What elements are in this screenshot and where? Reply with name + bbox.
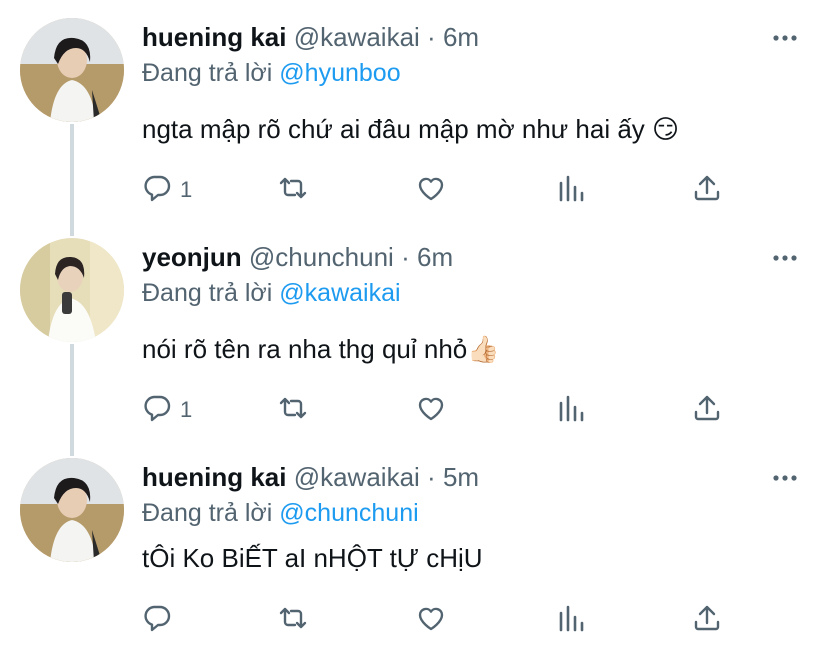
reply-button[interactable]: 1 <box>142 392 192 428</box>
separator-dot: · <box>427 462 436 492</box>
heart-icon <box>416 173 446 208</box>
reply-button[interactable]: 1 <box>142 172 192 208</box>
like-button[interactable] <box>416 602 454 638</box>
reply-count: 1 <box>180 397 193 422</box>
reply-icon <box>142 393 172 428</box>
timestamp[interactable]: 6m <box>443 22 479 52</box>
tweet-text: ngta mập rõ chứ ai đâu mập mờ như hai ấy… <box>142 114 680 144</box>
tweet[interactable]: huening kai @kawaikai · 6m Đang trả lời … <box>0 0 828 220</box>
heart-icon <box>416 603 446 638</box>
retweet-icon <box>278 173 308 208</box>
stats-button[interactable] <box>556 172 586 208</box>
avatar[interactable] <box>20 458 124 562</box>
replying-to-label: Đang trả lời <box>142 279 273 307</box>
share-icon <box>692 173 722 208</box>
share-button[interactable] <box>692 602 722 638</box>
reply-count: 1 <box>180 177 193 202</box>
user-handle[interactable]: @kawaikai <box>294 22 420 52</box>
action-bar: 1 <box>142 172 742 208</box>
reply-button[interactable] <box>142 602 180 638</box>
stats-icon <box>556 603 586 638</box>
reply-icon <box>142 173 172 208</box>
retweet-button[interactable] <box>278 172 316 208</box>
tweet-text: nói rõ tên ra nha thg quỉ nhỏ👍🏻 <box>142 334 500 364</box>
retweet-button[interactable] <box>278 602 316 638</box>
mention-link[interactable]: @kawaikai <box>279 279 400 307</box>
avatar[interactable] <box>20 238 124 342</box>
share-button[interactable] <box>692 172 722 208</box>
replying-to: Đang trả lời @kawaikai <box>142 276 401 310</box>
timestamp[interactable]: 6m <box>417 242 453 272</box>
retweet-button[interactable] <box>278 392 316 428</box>
display-name[interactable]: yeonjun <box>142 242 242 272</box>
more-icon[interactable] <box>772 248 798 268</box>
tweet[interactable]: huening kai @kawaikai · 5m Đang trả lời … <box>0 440 828 660</box>
avatar[interactable] <box>20 18 124 122</box>
separator-dot: · <box>401 242 410 272</box>
tweet[interactable]: yeonjun @chunchuni · 6m Đang trả lời @ka… <box>0 220 828 440</box>
display-name[interactable]: huening kai <box>142 462 286 492</box>
display-name[interactable]: huening kai <box>142 22 286 52</box>
like-button[interactable] <box>416 172 454 208</box>
stats-button[interactable] <box>556 392 586 428</box>
action-bar <box>142 602 742 638</box>
user-handle[interactable]: @chunchuni <box>249 242 394 272</box>
reply-icon <box>142 603 172 638</box>
stats-icon <box>556 393 586 428</box>
stats-button[interactable] <box>556 602 586 638</box>
replying-to-label: Đang trả lời <box>142 499 273 527</box>
separator-dot: · <box>427 22 436 52</box>
replying-to: Đang trả lời @chunchuni <box>142 496 419 530</box>
tweet-header: yeonjun @chunchuni · 6m <box>142 240 453 274</box>
timestamp[interactable]: 5m <box>443 462 479 492</box>
more-icon[interactable] <box>772 468 798 488</box>
retweet-icon <box>278 393 308 428</box>
share-icon <box>692 393 722 428</box>
retweet-icon <box>278 603 308 638</box>
heart-icon <box>416 393 446 428</box>
share-button[interactable] <box>692 392 722 428</box>
replying-to-label: Đang trả lời <box>142 59 273 87</box>
tweet-header: huening kai @kawaikai · 6m <box>142 20 479 54</box>
mention-link[interactable]: @chunchuni <box>279 499 418 527</box>
like-button[interactable] <box>416 392 454 428</box>
tweet-header: huening kai @kawaikai · 5m <box>142 460 479 494</box>
user-handle[interactable]: @kawaikai <box>294 462 420 492</box>
action-bar: 1 <box>142 392 742 428</box>
more-icon[interactable] <box>772 28 798 48</box>
mention-link[interactable]: @hyunboo <box>279 59 400 87</box>
share-icon <box>692 603 722 638</box>
tweet-text: tÔi Ko BiẾT aI nHỘT tỰ cHịU <box>142 543 483 573</box>
replying-to: Đang trả lời @hyunboo <box>142 56 401 90</box>
stats-icon <box>556 173 586 208</box>
